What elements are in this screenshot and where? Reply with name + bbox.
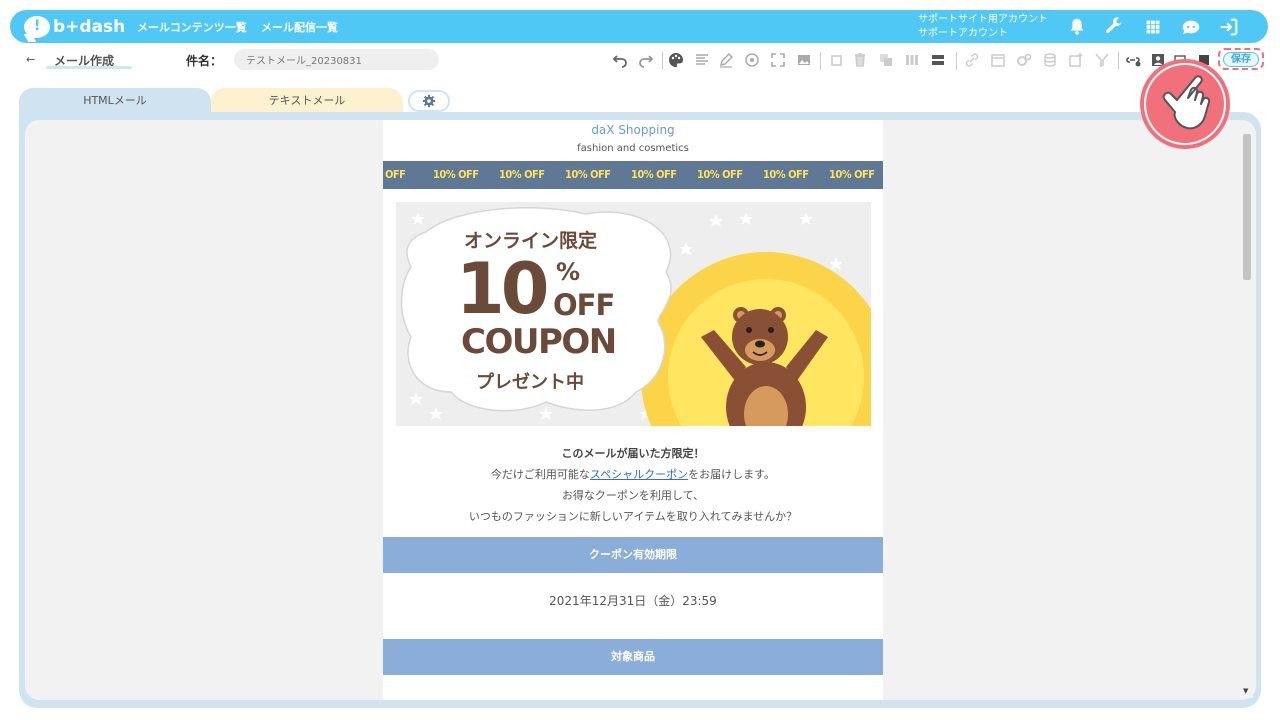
scroll-down-icon[interactable]: ▼ (1243, 687, 1248, 695)
target-icon[interactable] (744, 52, 760, 68)
add-block-icon[interactable] (1068, 52, 1084, 68)
toolbar-separator (662, 52, 663, 70)
mail-editor-app: ! b+dash メールコンテンツ一覧 メール配信一覧 サポートサイト用アカウン… (0, 0, 1280, 720)
database-icon[interactable] (1042, 52, 1058, 68)
trash-icon[interactable] (852, 52, 868, 68)
calendar-icon[interactable] (990, 52, 1006, 68)
lead-text-pre: 今だけご利用可能な (490, 468, 590, 481)
bell-icon[interactable] (1066, 16, 1088, 38)
logout-icon[interactable] (1218, 16, 1240, 38)
banner-off: OFF (553, 288, 615, 322)
lead-line-3[interactable]: お得なクーポンを利用して、 (383, 487, 883, 503)
special-coupon-link[interactable]: スペシャルクーポン (590, 468, 688, 481)
banner-coupon: COUPON (461, 322, 617, 362)
banner-percent: % (556, 258, 581, 286)
off-strip-text: 10% OFF (697, 168, 743, 181)
lead-line[interactable]: 今だけご利用可能なスペシャルクーポンをお届けします。 (383, 466, 883, 482)
off-strip-text: 10% OFF (433, 168, 479, 181)
copy-icon[interactable] (828, 52, 844, 68)
grid-icon[interactable] (1142, 16, 1164, 38)
duplicate-icon[interactable] (878, 52, 894, 68)
gears-icon[interactable] (1016, 52, 1032, 68)
nav-mail-contents[interactable]: メールコンテンツ一覧 (137, 19, 247, 35)
shop-subtitle[interactable]: fashion and cosmetics (383, 143, 883, 154)
link-icon[interactable] (964, 52, 980, 68)
off-strip-text: 10% OFF (565, 168, 611, 181)
redo-icon[interactable] (638, 52, 654, 68)
coupon-banner[interactable]: オンライン限定 10 % OFF COUPON プレゼント中 (396, 202, 871, 426)
account-user-name: サポートアカウント (918, 28, 1008, 39)
columns-icon[interactable] (904, 52, 920, 68)
section-coupon-expiry[interactable]: クーポン有効期限 (383, 537, 883, 573)
lead-heading[interactable]: このメールが届いた方限定！ (383, 445, 883, 461)
wrench-icon[interactable] (1103, 16, 1125, 38)
back-arrow-icon[interactable]: ← (26, 53, 35, 66)
logo-text: b+dash (53, 17, 126, 37)
shop-name[interactable]: daX Shopping (383, 123, 883, 137)
page-title-underline (46, 66, 132, 69)
off-strip-text: 10% OFF (499, 168, 545, 181)
logo-bubble-icon: ! (24, 16, 50, 38)
toolbar-separator (1118, 52, 1119, 70)
align-icon[interactable] (694, 52, 710, 68)
lead-text-post: をお届けします。 (688, 468, 776, 481)
pen-icon[interactable] (718, 52, 734, 68)
nav-mail-delivery[interactable]: メール配信一覧 (261, 19, 338, 35)
tab-text-mail[interactable]: テキストメール (211, 88, 403, 114)
off-strip-text: 10% OFF (763, 168, 809, 181)
palette-icon[interactable] (668, 52, 684, 68)
bdash-logo[interactable]: ! b+dash (24, 15, 125, 39)
gear-icon (422, 94, 436, 108)
banner-big-number: 10 (456, 248, 549, 330)
support-icon[interactable] (1180, 16, 1202, 38)
off-strip-text: 10% OFF (829, 168, 875, 181)
section-target-items[interactable]: 対象商品 (383, 639, 883, 675)
account-info[interactable]: サポートサイト用アカウント サポートアカウント (918, 13, 1048, 41)
coupon-expiry-date[interactable]: 2021年12月31日（金）23:59 (383, 592, 883, 609)
tab-settings[interactable] (408, 90, 450, 112)
lead-line-4[interactable]: いつものファッションに新しいアイテムを取り入れてみませんか？ (383, 508, 883, 524)
expand-icon[interactable] (770, 52, 786, 68)
subject-input[interactable] (234, 49, 439, 70)
image-icon[interactable] (796, 52, 812, 68)
email-preview[interactable]: daX Shopping fashion and cosmetics OFF 1… (383, 120, 883, 700)
banner-present: プレゼント中 (476, 372, 584, 393)
off-strip-text: 10% OFF (631, 168, 677, 181)
undo-icon[interactable] (612, 52, 628, 68)
toolbar-separator (820, 52, 821, 70)
layout-icon[interactable] (930, 52, 946, 68)
scrollbar-thumb[interactable] (1243, 134, 1251, 280)
off-strip-banner[interactable]: OFF 10% OFF 10% OFF 10% OFF 10% OFF 10% … (383, 161, 883, 189)
click-pointer-icon (1140, 59, 1230, 149)
toolbar-separator (956, 52, 957, 70)
account-site-name: サポートサイト用アカウント (918, 14, 1048, 25)
off-strip-text: OFF (385, 168, 406, 181)
header-bar: ! b+dash メールコンテンツ一覧 メール配信一覧 サポートサイト用アカウン… (10, 10, 1268, 43)
filter-icon[interactable] (1094, 52, 1110, 68)
subject-label: 件名： (186, 54, 223, 68)
editor-toolbar: ← メール作成 件名： テストメール_20230831 保存 (10, 44, 1268, 76)
